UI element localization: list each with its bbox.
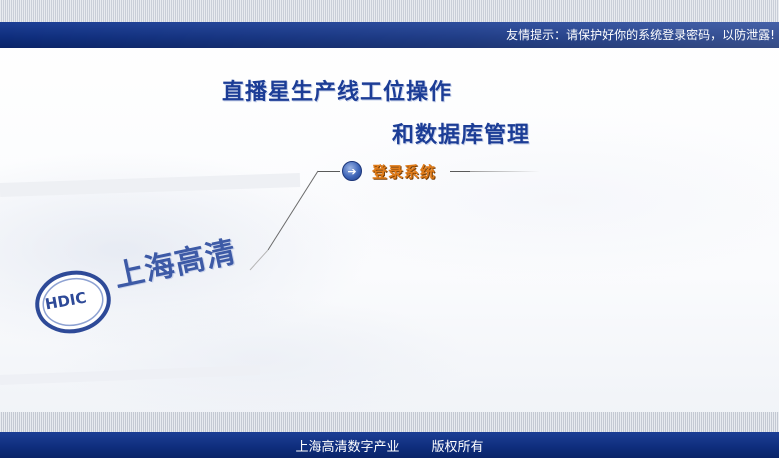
login-divider-right <box>450 171 470 172</box>
logo-chinese: 上海高清 <box>111 234 240 295</box>
system-title-line1: 直播星生产线工位操作 <box>222 80 453 105</box>
system-title-line2: 和数据库管理 <box>392 123 531 148</box>
top-header: 友情提示：请保护好你的系统登录密码，以防泄露! <box>0 0 779 48</box>
footer-rights: 版权所有 <box>431 440 484 455</box>
hdic-logo: HDIC 上海高清 <box>32 230 262 340</box>
login-system-label: 登录系统 <box>372 162 437 181</box>
footer-text: 上海高清数字产业 版权所有 <box>0 436 779 455</box>
bottom-stripe <box>0 412 779 432</box>
footer-company: 上海高清数字产业 <box>295 440 400 455</box>
arrow-right-circle-icon: ➔ <box>342 161 362 181</box>
security-tip: 友情提示：请保护好你的系统登录密码，以防泄露! <box>506 28 775 42</box>
page-background: 友情提示：请保护好你的系统登录密码，以防泄露! 直播星生产线工位操作 和数据库管… <box>0 0 779 458</box>
login-divider-left <box>318 171 340 172</box>
login-system-button[interactable]: ➔ 登录系统 <box>342 160 436 182</box>
top-stripe <box>0 0 779 22</box>
decorative-lines <box>0 170 319 385</box>
